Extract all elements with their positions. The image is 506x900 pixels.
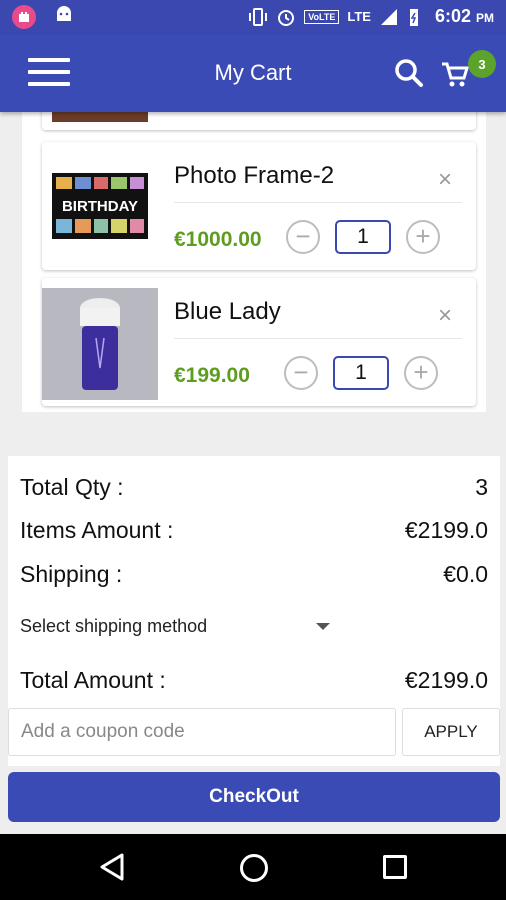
product-thumbnail[interactable]: BIRTHDAY: [42, 142, 158, 270]
total-qty-label: Total Qty :: [20, 474, 124, 500]
items-amount-row: Items Amount : €2199.0: [20, 517, 488, 544]
cart-count-badge: 3: [468, 50, 496, 78]
android-icon: [57, 6, 71, 21]
system-navigation-bar: [0, 834, 506, 900]
increase-qty-button[interactable]: +: [406, 220, 440, 254]
product-price: €199.00: [174, 364, 250, 387]
divider: [174, 202, 462, 203]
shipping-value: €0.0: [443, 561, 488, 587]
total-amount-row: Total Amount : €2199.0: [20, 667, 488, 694]
product-name[interactable]: Photo Frame-2: [174, 162, 334, 190]
app-notification-icon: [12, 5, 36, 29]
recent-apps-icon[interactable]: [383, 855, 407, 879]
total-qty-value: 3: [475, 474, 488, 500]
home-icon[interactable]: [240, 854, 268, 882]
app-toolbar: My Cart 3: [0, 34, 506, 112]
quantity-field[interactable]: 1: [333, 356, 389, 390]
shipping-method-dropdown[interactable]: Select shipping method: [20, 616, 330, 637]
decrease-qty-button[interactable]: −: [286, 220, 320, 254]
cart-icon[interactable]: [440, 60, 470, 88]
volte-badge: VoLTE: [304, 9, 340, 24]
time-value: 6:02: [434, 6, 471, 26]
back-icon[interactable]: [98, 852, 126, 882]
divider: [174, 338, 462, 339]
total-amount-label: Total Amount :: [20, 667, 166, 693]
dropdown-arrow-icon: [316, 623, 330, 630]
product-price: €1000.00: [174, 228, 262, 251]
search-icon[interactable]: [394, 58, 424, 88]
shipping-row: Shipping : €0.0: [20, 561, 488, 588]
cart-items-list: BIRTHDAY Photo Frame-2 × €1000.00 − 1 + …: [22, 112, 486, 412]
decrease-qty-button[interactable]: −: [284, 356, 318, 390]
remove-item-button[interactable]: ×: [438, 166, 452, 194]
status-time: 6:02 PM: [435, 6, 494, 27]
coupon-code-input[interactable]: [8, 708, 396, 756]
remove-item-button[interactable]: ×: [438, 302, 452, 330]
cart-item: BIRTHDAY Photo Frame-2 × €1000.00 − 1 +: [42, 142, 476, 270]
status-bar: VoLTE LTE 6:02 PM: [0, 0, 506, 34]
cart-item: Blue Lady × €199.00 − 1 +: [42, 278, 476, 406]
alarm-icon: [278, 9, 295, 26]
quantity-field[interactable]: 1: [335, 220, 391, 254]
frame-lettering: BIRTHDAY: [62, 198, 138, 215]
product-thumbnail: [42, 112, 158, 130]
checkout-button[interactable]: CheckOut: [8, 772, 500, 822]
apply-coupon-button[interactable]: APPLY: [402, 708, 500, 756]
product-thumbnail[interactable]: [42, 288, 158, 400]
photo-frame-image: BIRTHDAY: [52, 173, 148, 239]
page-title: My Cart: [214, 60, 292, 85]
time-ampm: PM: [476, 11, 494, 25]
network-type: LTE: [347, 9, 371, 24]
total-qty-row: Total Qty : 3: [20, 474, 488, 501]
shipping-label: Shipping :: [20, 561, 123, 587]
vibrate-icon: [249, 7, 268, 26]
total-amount-value: €2199.0: [404, 667, 488, 693]
increase-qty-button[interactable]: +: [404, 356, 438, 390]
shipping-method-placeholder: Select shipping method: [20, 616, 208, 636]
order-summary: Total Qty : 3 Items Amount : €2199.0 Shi…: [8, 456, 500, 766]
product-name[interactable]: Blue Lady: [174, 298, 281, 326]
items-amount-label: Items Amount :: [20, 517, 174, 543]
blue-lady-bottle-image: [80, 298, 120, 390]
battery-icon: [409, 8, 418, 26]
cart-item-partial: [42, 112, 476, 130]
items-amount-value: €2199.0: [404, 517, 488, 543]
signal-icon: [380, 8, 397, 25]
